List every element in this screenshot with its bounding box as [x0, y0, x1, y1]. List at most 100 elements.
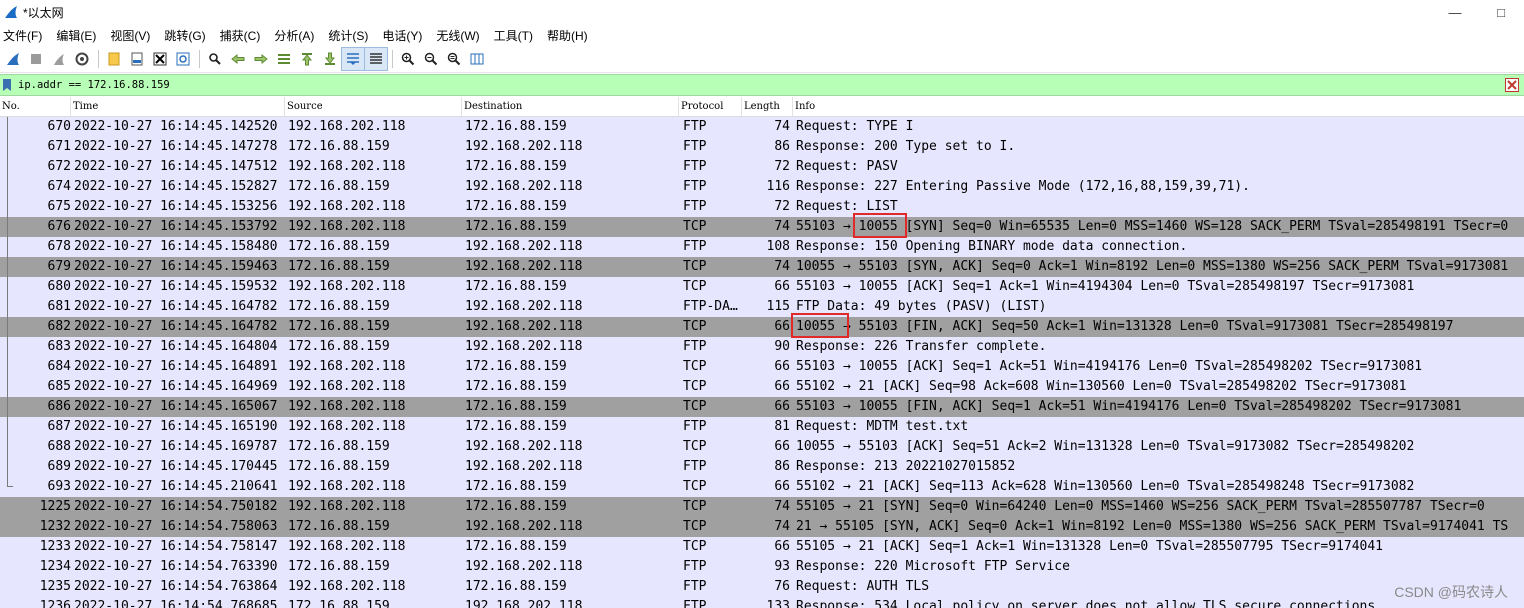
- packet-row[interactable]: 1236 2022-10-27 16:14:54.768685 172.16.88.…: [0, 597, 1524, 608]
- filter-bookmark-button[interactable]: [0, 76, 14, 94]
- colorize-button[interactable]: [364, 47, 388, 71]
- packet-length: 66: [774, 279, 790, 294]
- packet-source: 192.168.202.118: [288, 419, 406, 434]
- reload-file-button[interactable]: [172, 48, 194, 70]
- menu-capture[interactable]: 捕获(C): [220, 27, 261, 44]
- packet-row[interactable]: 687 2022-10-27 16:14:45.165190 192.168.202…: [0, 417, 1524, 437]
- column-header-length[interactable]: Length: [742, 97, 793, 116]
- zoom-normal-button[interactable]: [443, 48, 465, 70]
- packet-source: 172.16.88.159: [288, 259, 390, 274]
- packet-row[interactable]: 671 2022-10-27 16:14:45.147278 172.16.88.1…: [0, 137, 1524, 157]
- packet-number: 671: [47, 139, 71, 154]
- display-filter-input[interactable]: ip.addr == 172.16.88.159: [14, 79, 1505, 91]
- menu-file[interactable]: 文件(F): [3, 27, 42, 44]
- column-header-time[interactable]: Time: [71, 97, 285, 116]
- close-file-button[interactable]: [149, 48, 171, 70]
- stop-capture-button[interactable]: [25, 48, 47, 70]
- column-header-protocol[interactable]: Protocol: [679, 97, 742, 116]
- packet-length: 116: [766, 179, 790, 194]
- packet-protocol: FTP: [683, 599, 707, 608]
- packet-time: 2022-10-27 16:14:45.159463: [74, 259, 278, 274]
- packet-row[interactable]: 680 2022-10-27 16:14:45.159532 192.168.202…: [0, 277, 1524, 297]
- menu-statistics[interactable]: 统计(S): [328, 27, 368, 44]
- packet-row[interactable]: 689 2022-10-27 16:14:45.170445 172.16.88.1…: [0, 457, 1524, 477]
- auto-scroll-button[interactable]: [341, 47, 365, 71]
- zoom-in-button[interactable]: [397, 48, 419, 70]
- packet-number: 678: [47, 239, 71, 254]
- packet-length: 66: [774, 359, 790, 374]
- go-last-packet-button[interactable]: [319, 48, 341, 70]
- packet-row[interactable]: 679 2022-10-27 16:14:45.159463 172.16.88.1…: [0, 257, 1524, 277]
- column-header-source[interactable]: Source: [285, 97, 462, 116]
- clear-filter-icon[interactable]: [1505, 78, 1519, 92]
- packet-protocol: TCP: [683, 359, 707, 374]
- column-header-no[interactable]: No.: [0, 97, 71, 116]
- packet-row[interactable]: 684 2022-10-27 16:14:45.164891 192.168.202…: [0, 357, 1524, 377]
- menu-go[interactable]: 跳转(G): [164, 27, 205, 44]
- packet-row[interactable]: 1234 2022-10-27 16:14:54.763390 172.16.88.…: [0, 557, 1524, 577]
- menu-help[interactable]: 帮助(H): [547, 27, 588, 44]
- packet-row[interactable]: 678 2022-10-27 16:14:45.158480 172.16.88.1…: [0, 237, 1524, 257]
- packet-row[interactable]: 1225 2022-10-27 16:14:54.750182 192.168.20…: [0, 497, 1524, 517]
- packet-row[interactable]: 685 2022-10-27 16:14:45.164969 192.168.202…: [0, 377, 1524, 397]
- minimize-button[interactable]: —: [1432, 0, 1478, 24]
- packet-row[interactable]: 670 2022-10-27 16:14:45.142520 192.168.202…: [0, 117, 1524, 137]
- packet-time: 2022-10-27 16:14:45.153792: [74, 219, 278, 234]
- packet-protocol: TCP: [683, 379, 707, 394]
- menu-view[interactable]: 视图(V): [110, 27, 150, 44]
- packet-row[interactable]: 681 2022-10-27 16:14:45.164782 172.16.88.1…: [0, 297, 1524, 317]
- packet-length: 76: [774, 579, 790, 594]
- packet-number: 684: [47, 359, 71, 374]
- packet-time: 2022-10-27 16:14:45.164969: [74, 379, 278, 394]
- resize-columns-button[interactable]: [466, 48, 488, 70]
- packet-row[interactable]: 683 2022-10-27 16:14:45.164804 172.16.88.1…: [0, 337, 1524, 357]
- capture-options-button[interactable]: [71, 48, 93, 70]
- menu-edit[interactable]: 编辑(E): [56, 27, 96, 44]
- packet-row[interactable]: 682 2022-10-27 16:14:45.164782 172.16.88.1…: [0, 317, 1524, 337]
- packet-row[interactable]: 693 2022-10-27 16:14:45.210641 192.168.202…: [0, 477, 1524, 497]
- restart-capture-button[interactable]: [48, 48, 70, 70]
- start-capture-button[interactable]: [2, 48, 24, 70]
- packet-source: 192.168.202.118: [288, 199, 406, 214]
- packet-row[interactable]: 688 2022-10-27 16:14:45.169787 172.16.88.1…: [0, 437, 1524, 457]
- packet-destination: 192.168.202.118: [465, 239, 583, 254]
- go-back-button[interactable]: [227, 48, 249, 70]
- packet-time: 2022-10-27 16:14:45.153256: [74, 199, 278, 214]
- packet-row[interactable]: 676 2022-10-27 16:14:45.153792 192.168.202…: [0, 217, 1524, 237]
- packet-info: 55105 → 21 [SYN] Seq=0 Win=64240 Len=0 M…: [796, 499, 1485, 514]
- packet-row[interactable]: 1235 2022-10-27 16:14:54.763864 192.168.20…: [0, 577, 1524, 597]
- packet-length: 74: [774, 499, 790, 514]
- open-file-button[interactable]: [103, 48, 125, 70]
- menu-telephony[interactable]: 电话(Y): [382, 27, 422, 44]
- column-header-info[interactable]: Info: [793, 97, 1524, 116]
- find-packet-button[interactable]: [204, 48, 226, 70]
- packet-row[interactable]: 686 2022-10-27 16:14:45.165067 192.168.202…: [0, 397, 1524, 417]
- go-forward-button[interactable]: [250, 48, 272, 70]
- packet-row[interactable]: 672 2022-10-27 16:14:45.147512 192.168.202…: [0, 157, 1524, 177]
- save-file-button[interactable]: [126, 48, 148, 70]
- packet-time: 2022-10-27 16:14:54.758147: [74, 539, 278, 554]
- packet-time: 2022-10-27 16:14:54.768685: [74, 599, 278, 608]
- packet-row[interactable]: 675 2022-10-27 16:14:45.153256 192.168.202…: [0, 197, 1524, 217]
- menu-analyze[interactable]: 分析(A): [274, 27, 314, 44]
- go-first-packet-button[interactable]: [296, 48, 318, 70]
- auto-scroll-icon: [347, 53, 359, 65]
- zoom-out-button[interactable]: [420, 48, 442, 70]
- maximize-button[interactable]: □: [1478, 0, 1524, 24]
- menu-tools[interactable]: 工具(T): [494, 27, 533, 44]
- packet-time: 2022-10-27 16:14:45.147278: [74, 139, 278, 154]
- packet-row[interactable]: 1232 2022-10-27 16:14:54.758063 172.16.88.…: [0, 517, 1524, 537]
- title-bar: *以太网 — □: [0, 0, 1524, 24]
- packet-length: 66: [774, 539, 790, 554]
- packet-source: 172.16.88.159: [288, 299, 390, 314]
- packet-protocol: TCP: [683, 539, 707, 554]
- packet-source: 172.16.88.159: [288, 319, 390, 334]
- packet-source: 192.168.202.118: [288, 359, 406, 374]
- packet-row[interactable]: 1233 2022-10-27 16:14:54.758147 192.168.20…: [0, 537, 1524, 557]
- column-header-destination[interactable]: Destination: [462, 97, 679, 116]
- menu-wireless[interactable]: 无线(W): [436, 27, 479, 44]
- packet-number: 1232: [39, 519, 71, 534]
- go-to-packet-button[interactable]: [273, 48, 295, 70]
- packet-source: 192.168.202.118: [288, 579, 406, 594]
- packet-row[interactable]: 674 2022-10-27 16:14:45.152827 172.16.88.1…: [0, 177, 1524, 197]
